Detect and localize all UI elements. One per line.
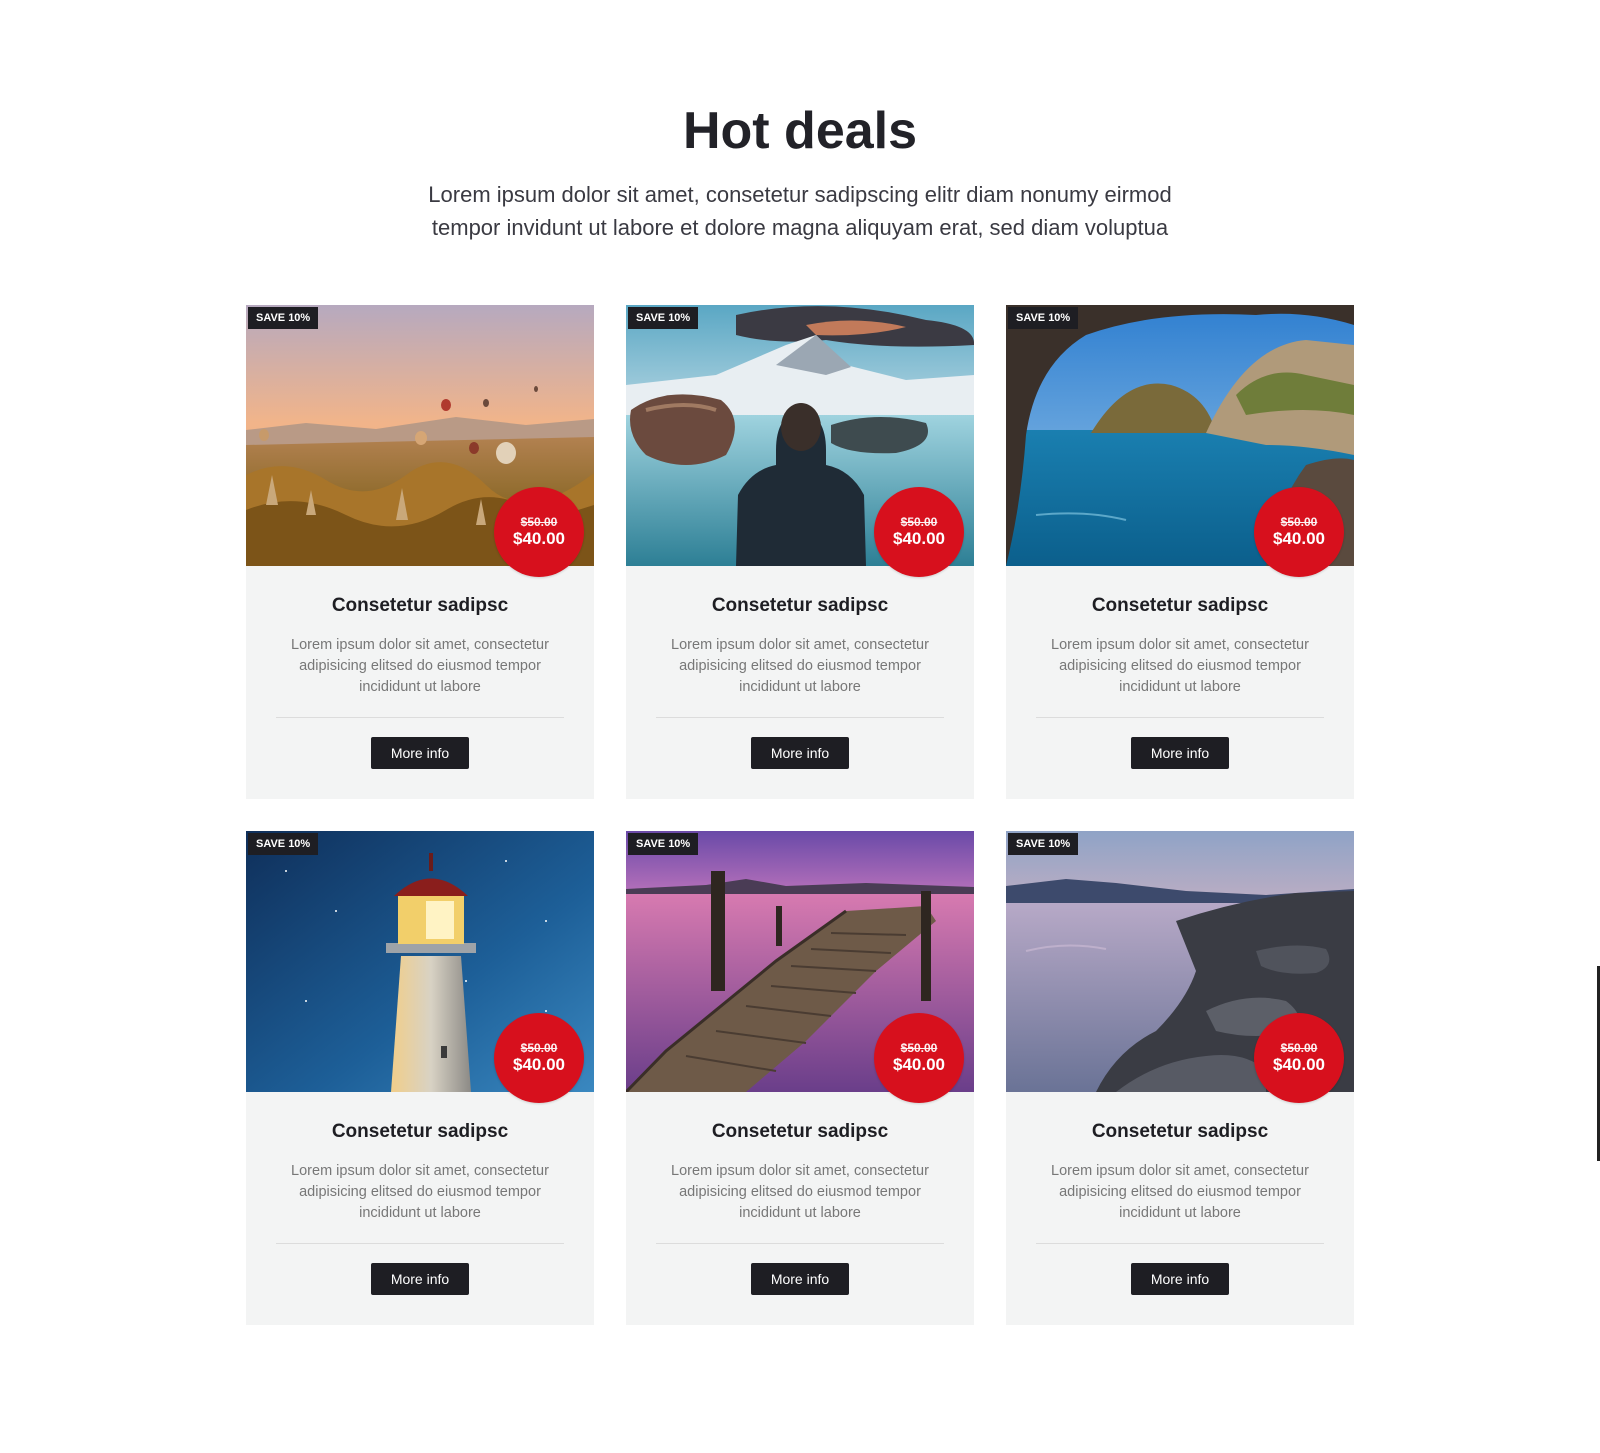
card-divider: [276, 1243, 564, 1244]
old-price: $50.00: [1280, 515, 1318, 529]
old-price: $50.00: [520, 1041, 558, 1055]
more-info-button[interactable]: More info: [751, 1263, 849, 1295]
more-info-button[interactable]: More info: [1131, 737, 1229, 769]
more-info-button[interactable]: More info: [371, 1263, 469, 1295]
deal-title: Consetetur sadipsc: [711, 1121, 889, 1142]
deal-title: Consetetur sadipsc: [1091, 1121, 1269, 1142]
deal-description: Lorem ipsum dolor sit amet, consectetur …: [671, 1163, 929, 1221]
new-price: $40.00: [1273, 1055, 1325, 1074]
deal-description: Lorem ipsum dolor sit amet, consectetur …: [291, 1163, 549, 1221]
card-divider: [276, 717, 564, 718]
deal-title: Consetetur sadipsc: [711, 595, 889, 616]
deal-description: Lorem ipsum dolor sit amet, consectetur …: [291, 637, 549, 695]
deal-card: SAVE 10% $50.00 $40.00 Consetetur sadips…: [626, 305, 974, 799]
new-price: $40.00: [513, 1055, 565, 1074]
save-badge: SAVE 10%: [248, 833, 319, 855]
new-price: $40.00: [893, 529, 945, 548]
price-badge: $50.00 $40.00: [874, 487, 964, 577]
price-badge: $50.00 $40.00: [494, 1013, 584, 1103]
more-info-button[interactable]: More info: [1131, 1263, 1229, 1295]
save-badge: SAVE 10%: [248, 307, 319, 329]
more-info-button[interactable]: More info: [371, 737, 469, 769]
price-badge: $50.00 $40.00: [494, 487, 584, 577]
new-price: $40.00: [1273, 529, 1325, 548]
save-badge: SAVE 10%: [1008, 833, 1079, 855]
card-divider: [656, 1243, 944, 1244]
deal-description: Lorem ipsum dolor sit amet, consectetur …: [1051, 1163, 1309, 1221]
deal-card: SAVE 10% $50.00 $40.00 Consetetur sadips…: [626, 831, 974, 1325]
old-price: $50.00: [1280, 1041, 1318, 1055]
more-info-button[interactable]: More info: [751, 737, 849, 769]
deal-description: Lorem ipsum dolor sit amet, consectetur …: [671, 637, 929, 695]
price-badge: $50.00 $40.00: [874, 1013, 964, 1103]
deal-title: Consetetur sadipsc: [1091, 595, 1269, 616]
deal-card: SAVE 10% $50.00 $40.00 Consetetur sadips…: [1006, 831, 1354, 1325]
save-badge: SAVE 10%: [628, 833, 699, 855]
card-divider: [1036, 1243, 1324, 1244]
section-title: Hot deals: [682, 102, 918, 160]
deal-card: SAVE 10% $50.00 $40.00 Consetetur sadips…: [246, 305, 594, 799]
old-price: $50.00: [900, 515, 938, 529]
save-badge: SAVE 10%: [1008, 307, 1079, 329]
save-badge: SAVE 10%: [628, 307, 699, 329]
deals-grid: SAVE 10% $50.00 $40.00 Consetetur sadips…: [246, 305, 1356, 1325]
card-divider: [656, 717, 944, 718]
old-price: $50.00: [900, 1041, 938, 1055]
price-badge: $50.00 $40.00: [1254, 1013, 1344, 1103]
new-price: $40.00: [893, 1055, 945, 1074]
deal-card: SAVE 10% $50.00 $40.00 Consetetur sadips…: [1006, 305, 1354, 799]
deal-description: Lorem ipsum dolor sit amet, consectetur …: [1051, 637, 1309, 695]
section-subtitle: Lorem ipsum dolor sit amet, consetetur s…: [428, 182, 1172, 240]
deal-title: Consetetur sadipsc: [331, 595, 509, 616]
price-badge: $50.00 $40.00: [1254, 487, 1344, 577]
deal-title: Consetetur sadipsc: [331, 1121, 509, 1142]
new-price: $40.00: [513, 529, 565, 548]
old-price: $50.00: [520, 515, 558, 529]
deal-card: SAVE 10% $50.00 $40.00 Consetetur sadips…: [246, 831, 594, 1325]
card-divider: [1036, 717, 1324, 718]
